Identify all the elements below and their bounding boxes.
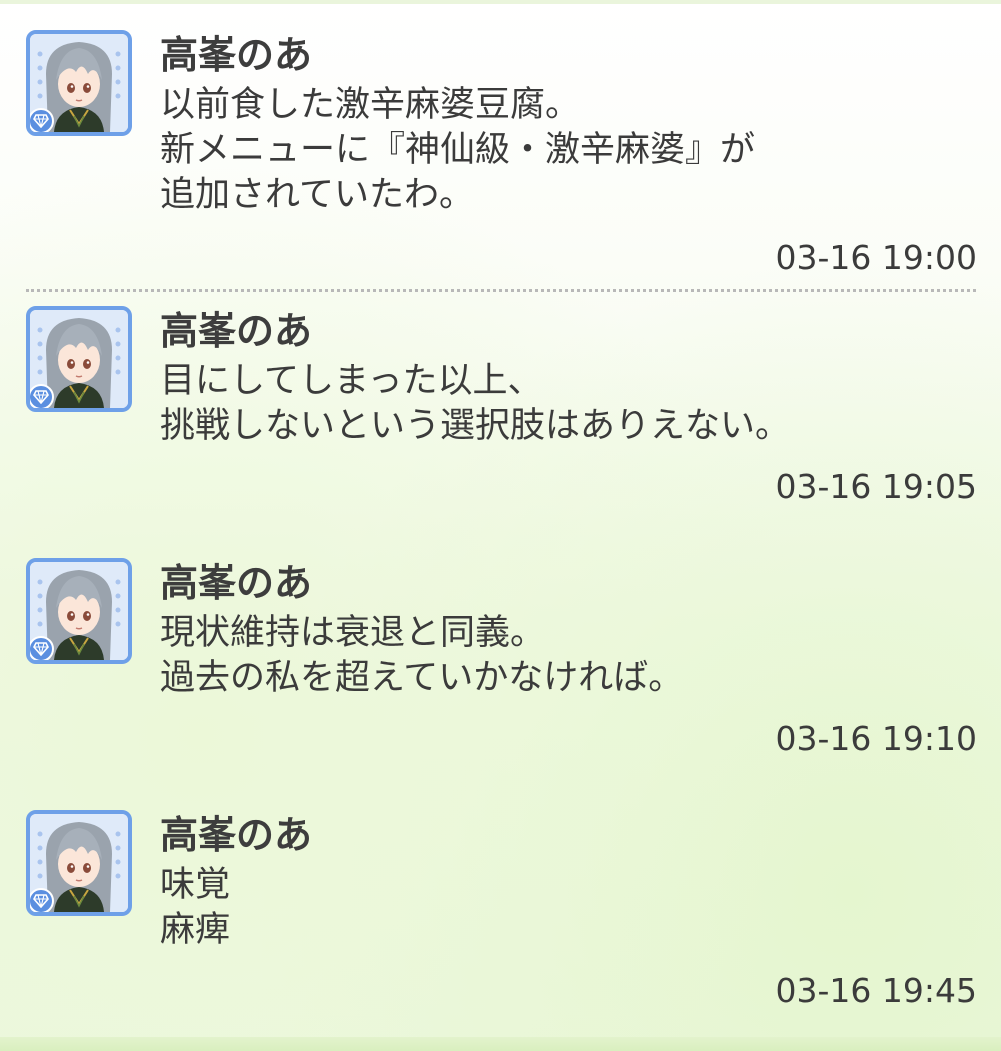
avatar[interactable] (26, 30, 132, 136)
author-name[interactable]: 高峯のあ (160, 559, 312, 607)
message-text: 以前食した激辛麻婆豆腐。 新メニューに『神仙級・激辛麻婆』が 追加されていたわ。 (160, 85, 756, 215)
diamond-gem-icon (30, 384, 54, 408)
avatar[interactable] (26, 810, 132, 916)
avatar[interactable] (26, 558, 132, 664)
author-name[interactable]: 高峯のあ (160, 811, 312, 859)
message-text: 味覚 麻痺 (160, 865, 231, 950)
timestamp: 03-16 19:10 (775, 719, 977, 758)
post-item: 高峯のあ 以前食した激辛麻婆豆腐。 新メニューに『神仙級・激辛麻婆』が 追加され… (0, 0, 1001, 285)
author-name[interactable]: 高峯のあ (160, 307, 312, 355)
avatar[interactable] (26, 306, 132, 412)
message-text: 現状維持は衰退と同義。 過去の私を超えていかなければ。 (160, 613, 684, 698)
post-item: 高峯のあ 現状維持は衰退と同義。 過去の私を超えていかなければ。 03-16 1… (0, 528, 1001, 778)
bottom-edge (0, 1037, 1001, 1051)
diamond-gem-icon (30, 636, 54, 660)
post-item: 高峯のあ 目にしてしまった以上、 挑戦しないという選択肢はありえない。 03-1… (0, 276, 1001, 526)
diamond-gem-icon (30, 888, 54, 912)
post-item: 高峯のあ 味覚 麻痺 03-16 19:45 (0, 780, 1001, 1030)
author-name[interactable]: 高峯のあ (160, 31, 312, 79)
diamond-gem-icon (30, 108, 54, 132)
timestamp: 03-16 19:05 (775, 467, 977, 506)
timestamp: 03-16 19:00 (775, 238, 977, 277)
timestamp: 03-16 19:45 (775, 971, 977, 1010)
message-text: 目にしてしまった以上、 挑戦しないという選択肢はありえない。 (160, 361, 791, 446)
